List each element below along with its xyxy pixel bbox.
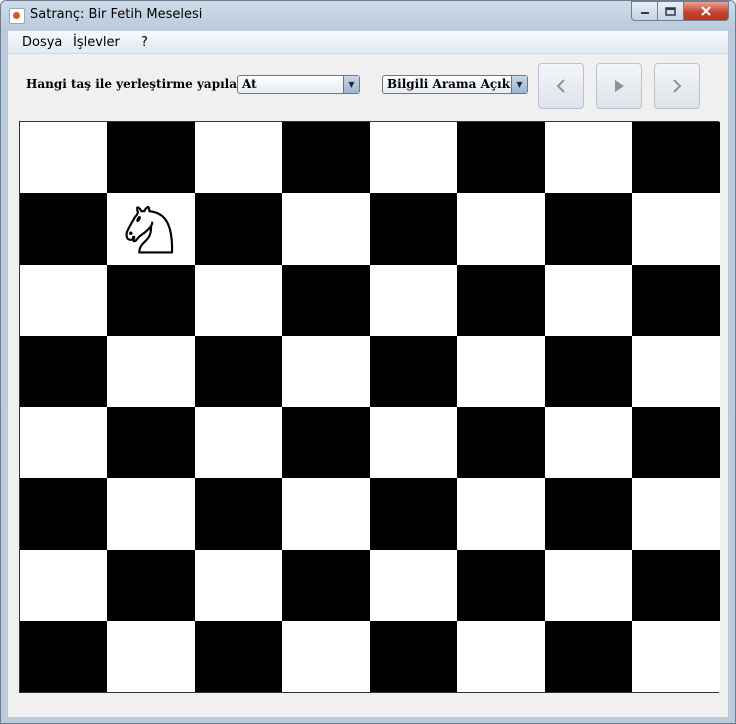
board-square[interactable] bbox=[632, 122, 720, 194]
board-square[interactable] bbox=[282, 620, 370, 692]
board-square[interactable] bbox=[632, 478, 720, 550]
java-app-icon bbox=[9, 8, 25, 24]
board-square[interactable] bbox=[107, 335, 195, 407]
board-square[interactable] bbox=[632, 407, 720, 479]
board-square[interactable] bbox=[370, 264, 457, 336]
board-square[interactable] bbox=[107, 407, 195, 479]
board-square[interactable] bbox=[545, 335, 632, 407]
board-square[interactable] bbox=[545, 407, 632, 479]
piece-select-value: At bbox=[242, 77, 257, 91]
menu-bar: Dosya İşlevler ? bbox=[8, 31, 728, 54]
board-square[interactable] bbox=[545, 620, 632, 692]
board-square[interactable] bbox=[457, 407, 545, 479]
board-square[interactable] bbox=[457, 122, 545, 194]
board-square[interactable] bbox=[632, 549, 720, 621]
board-square[interactable] bbox=[107, 620, 195, 692]
title-bar[interactable]: Satranç: Bir Fetih Meselesi bbox=[1, 1, 735, 31]
board-square[interactable] bbox=[370, 549, 457, 621]
board-square[interactable] bbox=[107, 122, 195, 194]
board-square[interactable] bbox=[632, 620, 720, 692]
board-square[interactable] bbox=[457, 620, 545, 692]
board-square[interactable] bbox=[195, 620, 282, 692]
knight-icon[interactable] bbox=[117, 197, 183, 261]
board-square[interactable] bbox=[282, 193, 370, 265]
board-square[interactable] bbox=[20, 335, 107, 407]
restore-icon bbox=[665, 6, 676, 16]
board-square[interactable] bbox=[545, 122, 632, 194]
chevron-right-icon bbox=[673, 79, 682, 93]
maximize-button[interactable] bbox=[658, 1, 684, 21]
board-square[interactable] bbox=[632, 264, 720, 336]
board-square[interactable] bbox=[195, 335, 282, 407]
board-square[interactable] bbox=[20, 478, 107, 550]
window-title: Satranç: Bir Fetih Meselesi bbox=[30, 7, 203, 22]
board-square[interactable] bbox=[457, 478, 545, 550]
board-square[interactable] bbox=[370, 193, 457, 265]
board-square[interactable] bbox=[195, 478, 282, 550]
piece-select[interactable]: At ▼ bbox=[237, 75, 360, 94]
board-square[interactable] bbox=[545, 264, 632, 336]
minimize-icon bbox=[640, 12, 649, 14]
board-square[interactable] bbox=[282, 478, 370, 550]
board-square[interactable] bbox=[20, 620, 107, 692]
menu-dosya[interactable]: Dosya bbox=[22, 35, 62, 50]
board-square[interactable] bbox=[20, 122, 107, 194]
board-square[interactable] bbox=[282, 549, 370, 621]
board-square[interactable] bbox=[282, 122, 370, 194]
chevron-down-icon[interactable]: ▼ bbox=[511, 76, 527, 93]
board-square[interactable] bbox=[632, 335, 720, 407]
chess-board[interactable] bbox=[19, 121, 720, 693]
play-button[interactable] bbox=[596, 63, 642, 109]
board-square[interactable] bbox=[370, 335, 457, 407]
piece-question-label: Hangi taş ile yerleştirme yapılacak? bbox=[26, 77, 268, 91]
board-square[interactable] bbox=[195, 122, 282, 194]
board-square[interactable] bbox=[20, 264, 107, 336]
board-square[interactable] bbox=[195, 549, 282, 621]
board-square[interactable] bbox=[107, 478, 195, 550]
board-square[interactable] bbox=[20, 193, 107, 265]
menu-islevler[interactable]: İşlevler bbox=[73, 35, 120, 50]
board-square[interactable] bbox=[457, 335, 545, 407]
board-square[interactable] bbox=[370, 478, 457, 550]
client-area: Dosya İşlevler ? Hangi taş ile yerleştir… bbox=[8, 31, 728, 717]
previous-button[interactable] bbox=[538, 63, 584, 109]
chevron-left-icon bbox=[556, 79, 565, 93]
chevron-down-icon[interactable]: ▼ bbox=[343, 76, 359, 93]
board-square[interactable] bbox=[20, 407, 107, 479]
board-square[interactable] bbox=[632, 193, 720, 265]
app-window: Satranç: Bir Fetih Meselesi Dosya İşlevl… bbox=[0, 0, 736, 724]
minimize-button[interactable] bbox=[631, 1, 658, 21]
board-square[interactable] bbox=[545, 549, 632, 621]
board-square[interactable] bbox=[195, 193, 282, 265]
board-square[interactable] bbox=[370, 122, 457, 194]
board-square[interactable] bbox=[370, 407, 457, 479]
next-button[interactable] bbox=[654, 63, 700, 109]
board-square[interactable] bbox=[107, 193, 195, 265]
board-square[interactable] bbox=[20, 549, 107, 621]
search-mode-value: Bilgili Arama Açık bbox=[387, 77, 511, 91]
menu-help[interactable]: ? bbox=[141, 35, 148, 50]
board-square[interactable] bbox=[282, 264, 370, 336]
board-square[interactable] bbox=[457, 193, 545, 265]
board-square[interactable] bbox=[195, 264, 282, 336]
board-square[interactable] bbox=[457, 264, 545, 336]
play-icon bbox=[615, 80, 624, 92]
board-square[interactable] bbox=[545, 193, 632, 265]
search-mode-select[interactable]: Bilgili Arama Açık ▼ bbox=[382, 75, 528, 94]
close-button[interactable] bbox=[684, 1, 729, 21]
board-square[interactable] bbox=[282, 407, 370, 479]
window-controls bbox=[631, 1, 729, 21]
board-square[interactable] bbox=[457, 549, 545, 621]
close-icon bbox=[701, 6, 711, 16]
board-square[interactable] bbox=[370, 620, 457, 692]
board-square[interactable] bbox=[545, 478, 632, 550]
board-square[interactable] bbox=[107, 549, 195, 621]
board-square[interactable] bbox=[107, 264, 195, 336]
board-square[interactable] bbox=[282, 335, 370, 407]
board-square[interactable] bbox=[195, 407, 282, 479]
